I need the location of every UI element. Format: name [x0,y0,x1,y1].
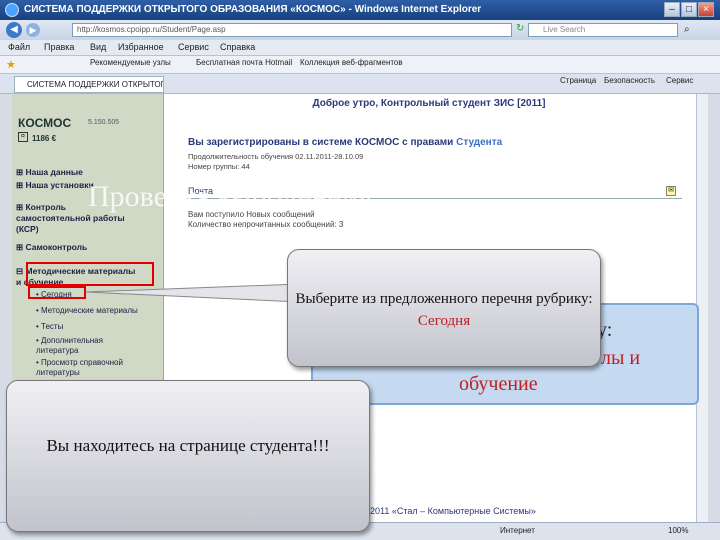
top-callout-pointer [85,283,301,303]
location-callout: Вы находитесь на странице студента!!! [6,380,370,532]
instruction-callout: Выберите из предложенного перечня рубрик… [287,249,601,367]
